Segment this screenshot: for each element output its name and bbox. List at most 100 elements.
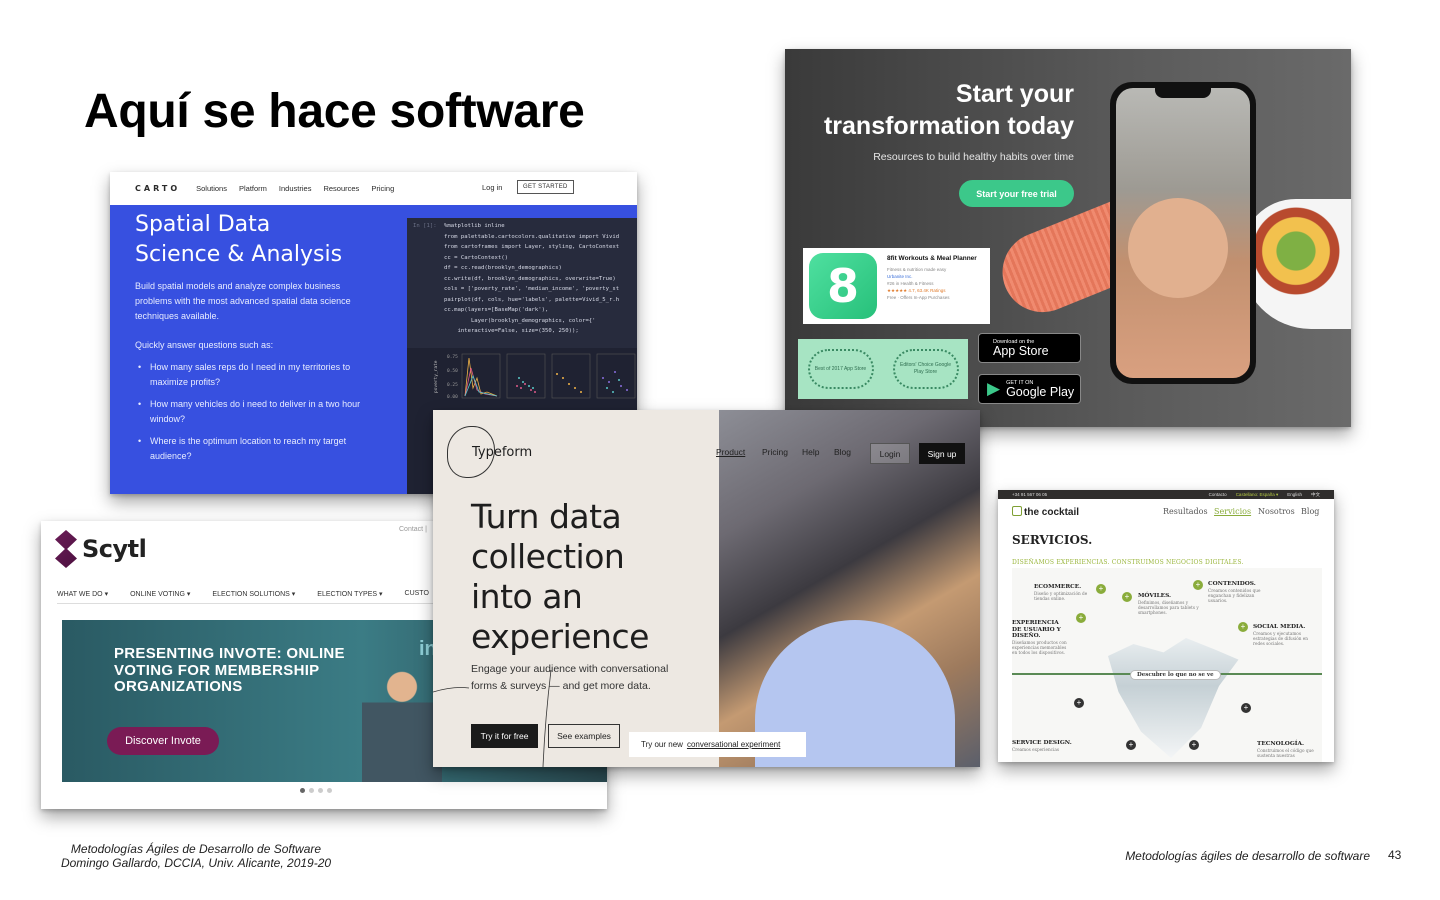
iceberg-diagram: Descubre lo que no se ve ECOMMERCE. Diseñ… (1012, 568, 1322, 762)
plot-tick: 0.75 (447, 354, 458, 360)
scytl-logo-text: Scytl (82, 535, 147, 563)
service-desc: Diseñamos productos con experiencias mem… (1012, 639, 1067, 655)
start-free-trial-button[interactable]: Start your free trial (959, 180, 1074, 207)
plus-icon[interactable]: + (1241, 703, 1251, 713)
app-store-card[interactable]: 8 8fit Workouts & Meal Planner Fitness &… (803, 248, 990, 324)
typeform-headline: Turn data collection into an experience (471, 497, 721, 657)
carousel-dot[interactable] (309, 788, 314, 793)
nav-election-types[interactable]: ELECTION TYPES ▾ (317, 590, 382, 598)
tf-nav-pricing[interactable]: Pricing (762, 447, 788, 457)
slide-title: Aquí se hace software (84, 85, 585, 138)
servicios-heading: SERVICIOS. (1012, 533, 1093, 547)
service-contenidos: CONTENIDOS. Creamos contenidos que enganc… (1208, 581, 1270, 603)
tf-nav-blog[interactable]: Blog (834, 447, 851, 457)
nav-election-solutions[interactable]: ELECTION SOLUTIONS ▾ (212, 590, 295, 598)
tf-nav-product[interactable]: Product (716, 447, 745, 457)
8fit-screenshot: Start your transformation today Resource… (785, 49, 1351, 427)
food-bowl-image (1241, 199, 1351, 329)
nav-custom[interactable]: CUSTO (405, 590, 429, 598)
app-store-label: Download on the App Store (993, 339, 1049, 358)
carto-question-intro: Quickly answer questions such as: (135, 340, 274, 350)
plus-icon[interactable]: + (1189, 740, 1199, 750)
google-play-label: GET IT ON Google Play (1006, 380, 1074, 399)
service-desc: Construimos el código que sustenta nuest… (1257, 747, 1314, 758)
discover-invote-button[interactable]: Discover Invote (107, 727, 219, 755)
plot-tick: 0.25 (447, 382, 458, 388)
phone-mockup (1110, 82, 1256, 384)
chinese-link[interactable]: 中文 (1311, 492, 1320, 498)
service-desc: Creamos y ejecutamos estrategias de difu… (1253, 630, 1308, 646)
app-detail: Urbanite Inc. (887, 274, 913, 279)
service-design: SERVICE DESIGN. Creamos experiencias (1012, 740, 1072, 752)
tf-login-button[interactable]: Login (870, 443, 910, 464)
cocktail-screenshot: +34 91 567 06 05 Contacto Castellano: Es… (998, 490, 1334, 762)
nav-online-voting[interactable]: ONLINE VOTING ▾ (130, 590, 190, 598)
service-desc: Creamos contenidos que enganchan y fidel… (1208, 587, 1261, 603)
ck-nav-nosotros[interactable]: Nosotros (1258, 507, 1295, 516)
list-item: How many vehicles do i need to deliver i… (135, 397, 375, 427)
carto-nav-pricing[interactable]: Pricing (371, 184, 394, 193)
plus-icon[interactable]: + (1126, 740, 1136, 750)
scytl-nav: WHAT WE DO ▾ ONLINE VOTING ▾ ELECTION SO… (57, 590, 451, 598)
ck-nav-servicios[interactable]: Servicios (1214, 507, 1251, 516)
scytl-logo[interactable]: Scytl (55, 530, 147, 568)
google-play-button[interactable]: ▶ GET IT ON Google Play (978, 374, 1081, 404)
discover-button[interactable]: Descubre lo que no se ve (1130, 670, 1221, 680)
typeform-logo[interactable]: Typeform (472, 445, 532, 460)
try-text: Try our new (641, 740, 683, 749)
carto-headline: Spatial Data Science & Analysis (135, 210, 405, 270)
app-details: Fitness & nutrition made easy Urbanite I… (887, 266, 982, 301)
plus-icon[interactable]: + (1096, 584, 1106, 594)
carousel-dot[interactable] (300, 788, 305, 793)
english-link[interactable]: English (1287, 492, 1302, 498)
plus-icon[interactable]: + (1074, 698, 1084, 708)
ck-nav-resultados[interactable]: Resultados (1163, 507, 1208, 516)
carto-logo: CARTO (135, 184, 181, 193)
app-rating: ★★★★★ 4.7, 63.4K Ratings (887, 288, 946, 293)
people-photo (362, 660, 442, 782)
app-detail: Fitness & nutrition made easy (887, 267, 947, 272)
plus-icon[interactable]: + (1076, 613, 1086, 623)
carousel-dot[interactable] (327, 788, 332, 793)
ck-nav-blog[interactable]: Blog (1301, 507, 1319, 516)
conversational-experiment-link[interactable]: conversational experiment (687, 740, 780, 749)
code-line-number: In [1]: (413, 223, 437, 229)
app-detail: #26 in Health & Fitness (887, 281, 934, 286)
carto-nav-resources[interactable]: Resources (323, 184, 359, 193)
carto-question-list: How many sales reps do I need in my terr… (135, 360, 375, 471)
carto-code-panel: In [1]: %matplotlib inline from palettable… (407, 218, 637, 348)
service-desc: Creamos experiencias (1012, 746, 1059, 752)
service-desc: Definimos, diseñamos y desarrollamos par… (1138, 599, 1199, 615)
carto-nav-industries[interactable]: Industries (279, 184, 312, 193)
language-select[interactable]: Castellano: España ▾ (1236, 492, 1279, 498)
service-social-media: SOCIAL MEDIA. Creamos y ejecutamos estrat… (1253, 624, 1315, 646)
carto-nav-platform[interactable]: Platform (239, 184, 267, 193)
8fit-headline-line-2: transformation today (823, 112, 1074, 140)
plus-icon[interactable]: + (1193, 580, 1203, 590)
cocktail-logo-text: the cocktail (1024, 507, 1080, 518)
top-links: Contacto Castellano: España ▾ English 中文 (1209, 492, 1320, 498)
tf-nav-help[interactable]: Help (802, 447, 819, 457)
code-line: cc.write(df, brooklyn_demographics, over… (444, 275, 616, 282)
tf-signup-button[interactable]: Sign up (919, 443, 965, 464)
scytl-contact-link[interactable]: Contact | (399, 526, 427, 533)
code-line: cols = ['poverty_rate', 'median_income',… (444, 286, 620, 292)
servicios-tagline: DISEÑAMOS EXPERIENCIAS. CONSTRUIMOS NEGO… (1012, 559, 1244, 566)
nav-what-we-do[interactable]: WHAT WE DO ▾ (57, 590, 108, 598)
phone-screen (1116, 88, 1250, 378)
plus-icon[interactable]: + (1238, 622, 1248, 632)
plot-tick: 0.50 (447, 368, 458, 374)
carto-login-link[interactable]: Log in (482, 183, 502, 192)
award-best-of-2017: Best of 2017 App Store (807, 349, 874, 389)
cocktail-topbar: +34 91 567 06 05 Contacto Castellano: Es… (998, 490, 1334, 499)
carto-get-started-button[interactable]: GET STARTED (517, 180, 574, 194)
google-play-big-text: Google Play (1006, 384, 1075, 399)
cocktail-logo[interactable]: the cocktail (1012, 506, 1079, 518)
carousel-dots[interactable] (300, 788, 332, 793)
app-store-button[interactable]: Download on the App Store (978, 333, 1081, 363)
contact-link[interactable]: Contacto (1209, 492, 1227, 498)
code-line: %matplotlib inline (444, 223, 505, 229)
plus-icon[interactable]: + (1122, 592, 1132, 602)
carousel-dot[interactable] (318, 788, 323, 793)
carto-nav-solutions[interactable]: Solutions (196, 184, 227, 193)
